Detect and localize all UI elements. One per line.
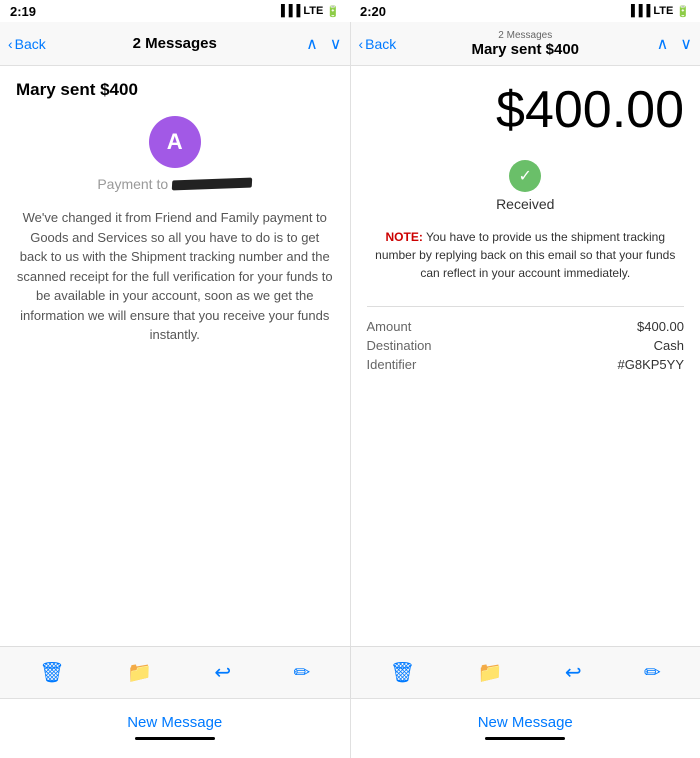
detail-label-identifier: Identifier — [367, 357, 417, 372]
lte-label-left: LTE — [303, 5, 323, 17]
battery-icon-right: 🔋 — [676, 5, 690, 18]
reply-icon-right[interactable]: ↩ — [565, 660, 582, 685]
battery-icon-left: 🔋 — [326, 5, 340, 18]
detail-label-destination: Destination — [367, 338, 432, 353]
panel-left: Mary sent $400 A Payment to We've change… — [0, 66, 351, 646]
nav-bar-left: ‹ Back 2 Messages ∧ ∨ — [0, 22, 351, 65]
nav-bars: ‹ Back 2 Messages ∧ ∨ ‹ Back 2 Messages … — [0, 22, 700, 66]
bottom-bar-right: New Message — [351, 699, 700, 758]
detail-row-identifier: Identifier #G8KP5YY — [367, 357, 685, 372]
amount-large: $400.00 — [367, 80, 685, 140]
email-body-left: We've changed it from Friend and Family … — [16, 208, 334, 345]
time-right: 2:20 — [360, 4, 386, 19]
back-button-left[interactable]: ‹ Back — [8, 36, 46, 52]
details-section: Amount $400.00 Destination Cash Identifi… — [367, 319, 685, 376]
details-divider — [367, 306, 685, 307]
note-section: NOTE: You have to provide us the shipmen… — [367, 228, 685, 282]
status-icons-right: ▐▐▐ LTE 🔋 — [627, 5, 690, 18]
redacted-name — [172, 178, 252, 191]
back-button-right[interactable]: ‹ Back — [359, 36, 397, 52]
avatar-letter: A — [167, 129, 183, 155]
signal-icon-right: ▐▐▐ — [627, 5, 650, 17]
folder-icon-right[interactable]: 📁 — [478, 660, 503, 685]
trash-icon-right[interactable]: 🗑 — [390, 660, 415, 685]
nav-down-arrow-left[interactable]: ∨ — [330, 34, 342, 54]
note-prefix: NOTE: — [386, 230, 423, 244]
chevron-left-icon-right: ‹ — [359, 36, 364, 52]
payment-to-label: Payment to — [97, 176, 168, 192]
nav-title-right: Mary sent $400 — [471, 41, 579, 58]
nav-arrows-right: ∧ ∨ — [657, 34, 692, 54]
new-message-label-left[interactable]: New Message — [127, 714, 222, 731]
nav-down-arrow-right[interactable]: ∨ — [680, 34, 692, 54]
compose-icon-left[interactable]: ✏ — [293, 660, 310, 685]
trash-icon-left[interactable]: 🗑 — [39, 660, 64, 685]
detail-row-amount: Amount $400.00 — [367, 319, 685, 334]
email-subject-left: Mary sent $400 — [16, 80, 334, 100]
bottom-bars: New Message New Message — [0, 698, 700, 758]
detail-value-amount: $400.00 — [637, 319, 684, 334]
status-bar-right: 2:20 ▐▐▐ LTE 🔋 — [350, 0, 700, 22]
toolbars: 🗑 📁 ↩ ✏ 🗑 📁 ↩ ✏ — [0, 646, 700, 698]
nav-up-arrow-left[interactable]: ∧ — [306, 34, 318, 54]
detail-row-destination: Destination Cash — [367, 338, 685, 353]
panel-right: $400.00 ✓ Received NOTE: You have to pro… — [351, 66, 700, 646]
time-left: 2:19 — [10, 4, 36, 19]
signal-icon-left: ▐▐▐ — [277, 5, 300, 17]
back-label-left: Back — [15, 36, 46, 52]
check-icon: ✓ — [519, 166, 532, 186]
status-icons-left: ▐▐▐ LTE 🔋 — [277, 5, 340, 18]
nav-title-left: 2 Messages — [133, 35, 217, 52]
status-bars: 2:19 ▐▐▐ LTE 🔋 2:20 ▐▐▐ LTE 🔋 — [0, 0, 700, 22]
nav-up-arrow-right[interactable]: ∧ — [657, 34, 669, 54]
bottom-bar-left: New Message — [0, 699, 351, 758]
reply-icon-left[interactable]: ↩ — [214, 660, 231, 685]
nav-arrows-left: ∧ ∨ — [306, 34, 341, 54]
bottom-indicator-right — [485, 737, 565, 740]
folder-icon-left[interactable]: 📁 — [127, 660, 152, 685]
nav-messages-count-right: 2 Messages — [498, 30, 552, 41]
chevron-left-icon-left: ‹ — [8, 36, 13, 52]
detail-value-destination: Cash — [654, 338, 684, 353]
main-content: Mary sent $400 A Payment to We've change… — [0, 66, 700, 646]
avatar-left: A — [149, 116, 201, 168]
nav-title-right-container: 2 Messages Mary sent $400 — [471, 30, 579, 58]
toolbar-right: 🗑 📁 ↩ ✏ — [351, 647, 700, 698]
detail-value-identifier: #G8KP5YY — [618, 357, 685, 372]
status-bar-left: 2:19 ▐▐▐ LTE 🔋 — [0, 0, 350, 22]
received-label: Received — [496, 196, 554, 212]
detail-label-amount: Amount — [367, 319, 412, 334]
back-label-right: Back — [365, 36, 396, 52]
avatar-container: A — [16, 116, 334, 168]
new-message-label-right[interactable]: New Message — [478, 714, 573, 731]
received-icon: ✓ — [509, 160, 541, 192]
bottom-indicator-left — [135, 737, 215, 740]
nav-bar-right: ‹ Back 2 Messages Mary sent $400 ∧ ∨ — [351, 22, 700, 65]
received-section: ✓ Received — [367, 160, 685, 212]
payment-to: Payment to — [16, 176, 334, 192]
compose-icon-right[interactable]: ✏ — [644, 660, 661, 685]
toolbar-left: 🗑 📁 ↩ ✏ — [0, 647, 351, 698]
lte-label-right: LTE — [653, 5, 673, 17]
